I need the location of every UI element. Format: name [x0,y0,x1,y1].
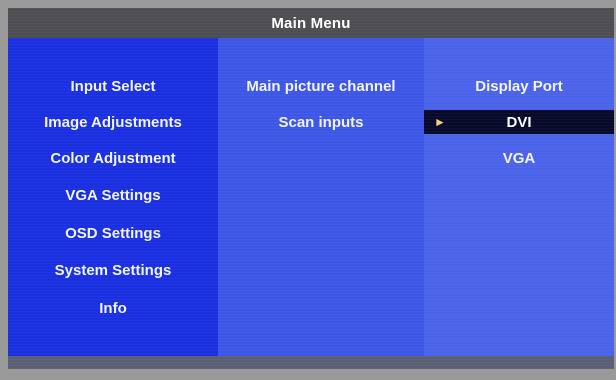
menu-item-image-adjustments[interactable]: Image Adjustments [8,110,218,134]
menu-item-label: Input Select [70,77,156,95]
menu-item-label: OSD Settings [65,224,161,242]
option-vga[interactable]: VGA [424,146,614,170]
menu-item-osd-settings[interactable]: OSD Settings [8,221,218,245]
main-menu-column: Input Select Image Adjustments Color Adj… [8,38,218,356]
osd-window: Main Menu Input Select Image Adjustments… [8,8,614,369]
option-display-port[interactable]: Display Port [424,74,614,98]
menu-item-label: Image Adjustments [44,113,182,131]
osd-title: Main Menu [271,14,351,32]
menu-item-input-select[interactable]: Input Select [8,74,218,98]
osd-title-bar: Main Menu [8,8,614,38]
menu-item-label: System Settings [54,261,172,279]
selection-arrow-icon: ► [434,115,446,129]
menu-item-label: Color Adjustment [50,149,176,167]
menu-item-color-adjustment[interactable]: Color Adjustment [8,146,218,170]
submenu-item-label: Scan inputs [278,113,364,131]
osd-bottom-bar [8,356,614,369]
menu-item-label: VGA Settings [65,186,161,204]
menu-item-info[interactable]: Info [8,296,218,320]
option-dvi[interactable]: ► DVI [424,110,614,134]
submenu-item-label: Main picture channel [246,77,396,95]
menu-item-system-settings[interactable]: System Settings [8,258,218,282]
menu-item-label: Info [99,299,127,317]
menu-item-vga-settings[interactable]: VGA Settings [8,183,218,207]
option-label: VGA [502,149,536,167]
submenu-item-main-picture-channel[interactable]: Main picture channel [218,74,424,98]
option-label: Display Port [475,77,563,95]
options-column: Display Port ► DVI VGA [424,38,614,356]
option-label: DVI [506,113,532,131]
submenu-item-scan-inputs[interactable]: Scan inputs [218,110,424,134]
submenu-column: Main picture channel Scan inputs [218,38,424,356]
